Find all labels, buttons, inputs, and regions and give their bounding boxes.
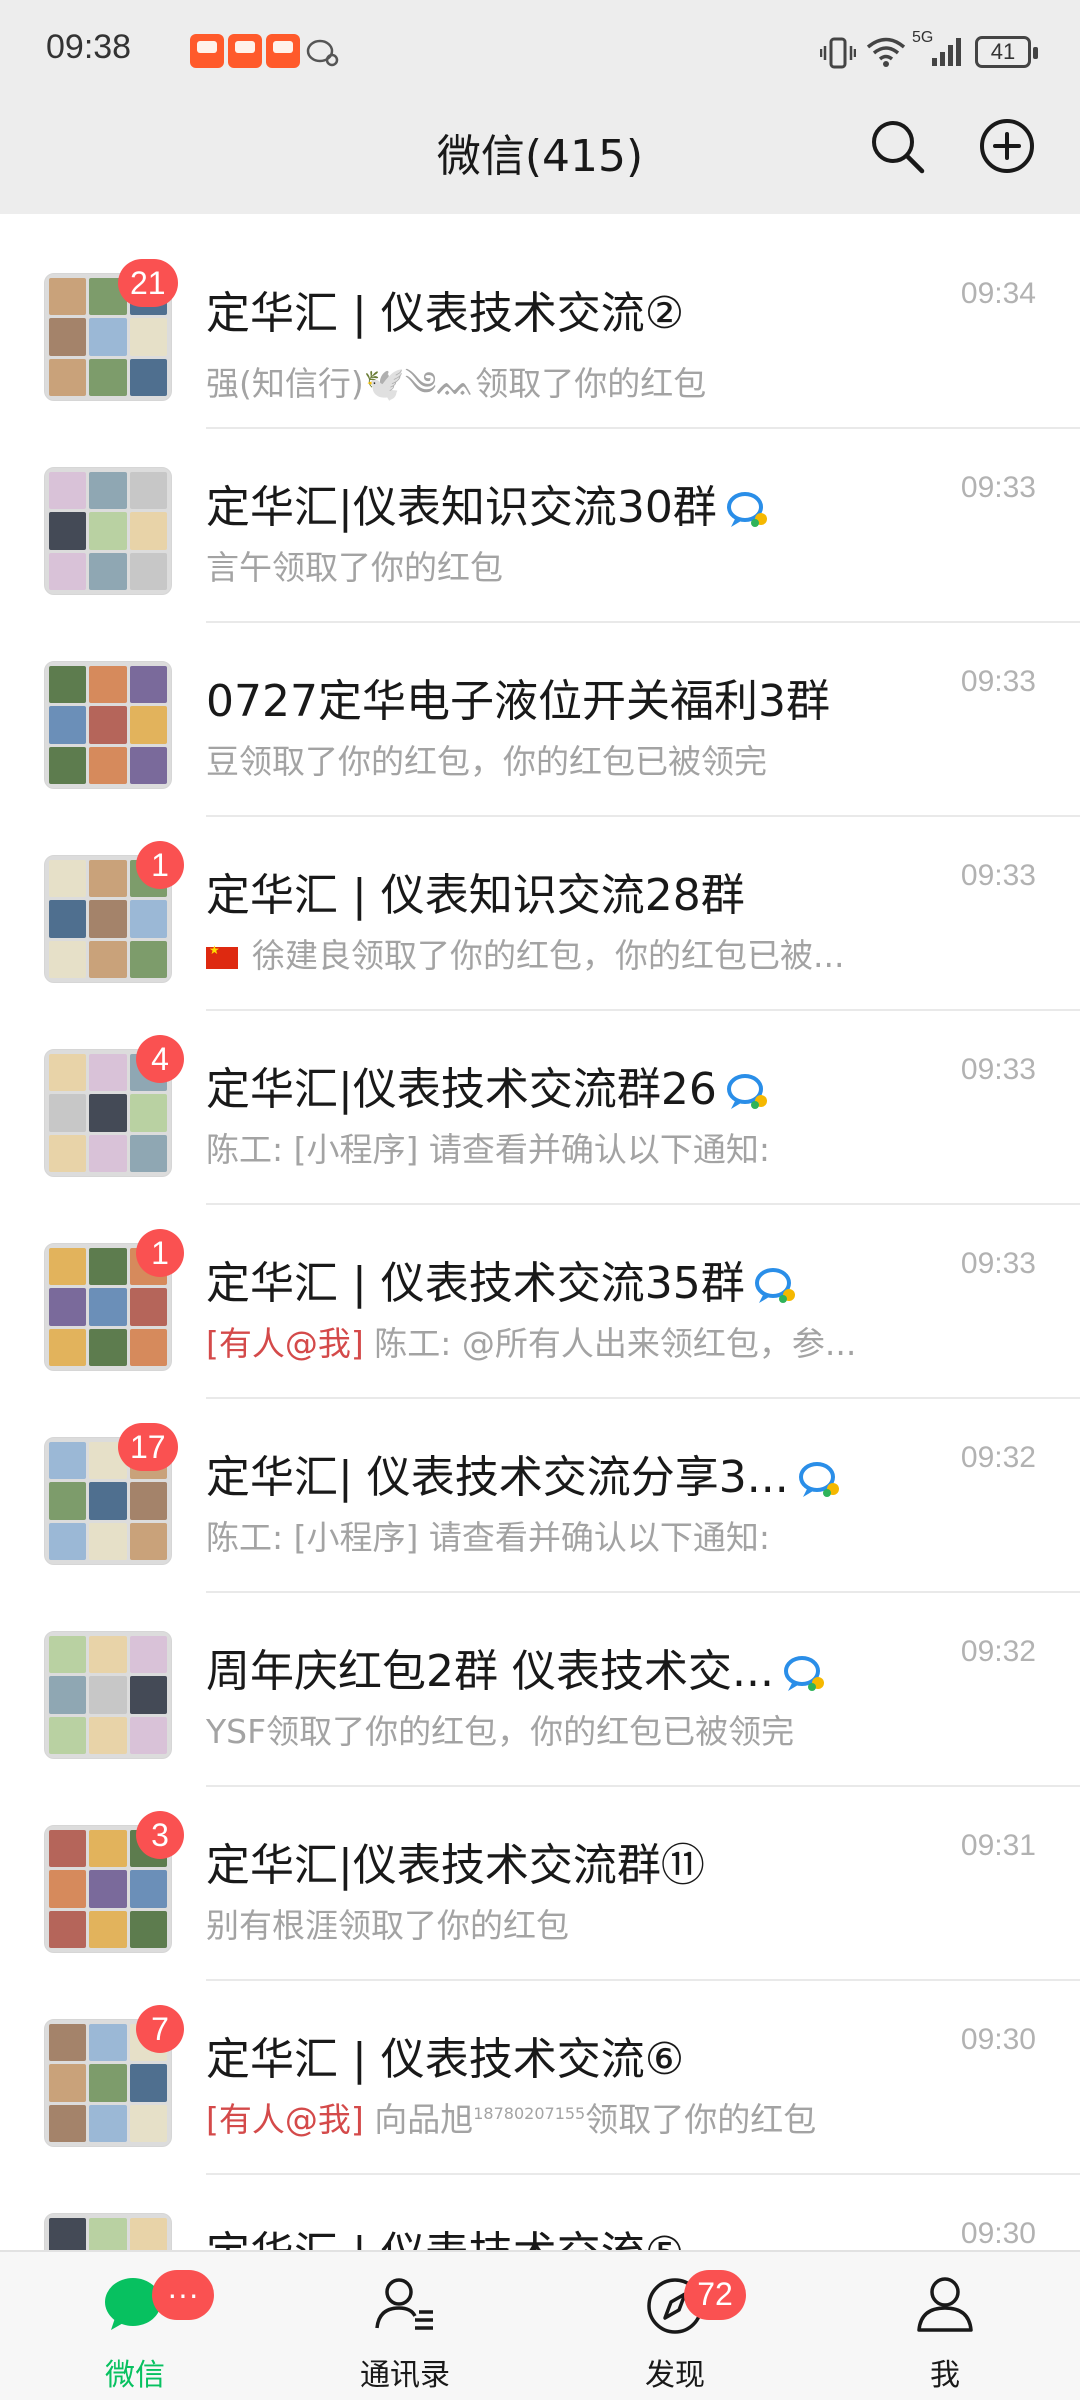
tab-contacts[interactable]: 通讯录 xyxy=(270,2252,540,2400)
group-avatar xyxy=(44,661,172,789)
unread-badge: 4 xyxy=(136,1035,184,1083)
chat-title: 定华汇 | 仪表技术交流② xyxy=(206,288,685,339)
chat-time: 09:32 xyxy=(960,1635,1036,1668)
unread-badge: 1 xyxy=(136,1229,184,1277)
chat-title: 定华汇|仪表知识交流30群 xyxy=(206,471,773,535)
signal-icon xyxy=(932,38,961,66)
chat-row[interactable]: 3 定华汇|仪表技术交流群⑪ 别有根涯领取了你的红包 09:31 xyxy=(0,1787,1080,1981)
chat-row[interactable]: 17 定华汇| 仪表技术交流分享3... 陈工: [小程序] 请查看并确认以下通知:… xyxy=(0,1399,1080,1593)
china-flag-icon xyxy=(206,943,238,969)
chat-preview: 徐建良领取了你的红包，你的红包已被... xyxy=(206,929,844,977)
mention-tag: [有人@我] xyxy=(206,1324,375,1363)
chat-time: 09:31 xyxy=(960,1829,1036,1862)
chat-preview: 陈工: [小程序] 请查看并确认以下通知: xyxy=(206,1130,770,1169)
wifi-icon xyxy=(866,37,906,67)
chat-preview: 别有根涯领取了你的红包 xyxy=(206,1906,569,1945)
chat-row[interactable]: 7 定华汇 | 仪表技术交流⑥ [有人@我] 向品旭18780207155领取了你的… xyxy=(0,1981,1080,2175)
chat-row[interactable]: 21 定华汇 | 仪表技术交流② 强(知信行)🕊️༄ᨐ领取了你的红包 09:34 xyxy=(0,235,1080,429)
chat-time: 09:33 xyxy=(960,859,1036,892)
tab-label: 发现 xyxy=(645,2358,705,2393)
tab-badge: 72 xyxy=(684,2270,746,2320)
chat-bubble-status-icon xyxy=(754,1268,795,1303)
chat-preview: 豆领取了你的红包，你的红包已被领完 xyxy=(206,742,767,781)
chat-title: 定华汇 | 仪表技术交流⑥ xyxy=(206,2034,685,2085)
tab-label: 通讯录 xyxy=(360,2358,450,2393)
app-notification-icon xyxy=(228,34,262,68)
battery-indicator: 41 xyxy=(975,36,1038,68)
app-notification-icon xyxy=(190,34,224,68)
chat-row[interactable]: 4 定华汇|仪表技术交流群26 陈工: [小程序] 请查看并确认以下通知: 09:33 xyxy=(0,1011,1080,1205)
unread-badge: 21 xyxy=(118,259,178,307)
mention-tag: [有人@我] xyxy=(206,2100,375,2139)
tab-label: 我 xyxy=(930,2358,960,2393)
chat-time: 09:33 xyxy=(960,1053,1036,1086)
chat-title: 周年庆红包2群 仪表技术交... xyxy=(206,1635,830,1699)
chat-bubble-status-icon xyxy=(798,1462,839,1497)
unread-badge: 7 xyxy=(136,2005,184,2053)
wechat-screen: 09:38 5G 41 微信(415) 21 定华汇 | 仪表技术交流② 强(知… xyxy=(0,0,1080,2400)
chat-row[interactable]: 1 定华汇 | 仪表技术交流35群 [有人@我] 陈工: @所有人出来领红包，参..… xyxy=(0,1205,1080,1399)
group-avatar xyxy=(44,1631,172,1759)
chat-title: 0727定华电子液位开关福利3群 xyxy=(206,676,830,727)
unread-badge: 3 xyxy=(136,1811,184,1859)
chat-preview: [有人@我] 向品旭18780207155领取了你的红包 xyxy=(206,2100,817,2139)
chat-bubble-status-icon xyxy=(726,492,767,527)
chat-time: 09:30 xyxy=(960,2023,1036,2056)
unread-badge: 17 xyxy=(118,1423,178,1471)
status-bar: 09:38 5G 41 xyxy=(0,0,1080,100)
chat-time: 09:30 xyxy=(960,2217,1036,2250)
chat-time: 09:33 xyxy=(960,1247,1036,1280)
wechat-notification-icon xyxy=(306,39,339,67)
status-time: 09:38 xyxy=(46,28,132,66)
chat-preview: YSF领取了你的红包，你的红包已被领完 xyxy=(206,1712,795,1751)
unread-badge: 1 xyxy=(136,841,184,889)
search-icon[interactable] xyxy=(866,115,928,177)
chat-time: 09:33 xyxy=(960,471,1036,504)
chat-title: 定华汇|仪表技术交流群26 xyxy=(206,1053,773,1117)
tab-discover[interactable]: 72 发现 xyxy=(540,2252,810,2400)
vibrate-icon xyxy=(820,37,856,69)
chat-row[interactable]: 周年庆红包2群 仪表技术交... YSF领取了你的红包，你的红包已被领完 09:32 xyxy=(0,1593,1080,1787)
chat-time: 09:34 xyxy=(960,277,1036,310)
chat-preview: 言午领取了你的红包 xyxy=(206,548,503,587)
plus-circle-icon[interactable] xyxy=(976,115,1038,177)
tab-me[interactable]: 我 xyxy=(810,2252,1080,2400)
chat-time: 09:33 xyxy=(960,665,1036,698)
group-avatar xyxy=(44,467,172,595)
chat-preview: [有人@我] 陈工: @所有人出来领红包，参... xyxy=(206,1324,857,1363)
chat-row[interactable]: 1 定华汇 | 仪表知识交流28群徐建良领取了你的红包，你的红包已被... 09:3… xyxy=(0,817,1080,1011)
chat-row[interactable]: 0727定华电子液位开关福利3群豆领取了你的红包，你的红包已被领完 09:33 xyxy=(0,623,1080,817)
bottom-tab-bar: ··· 微信 通讯录 72 发现 我 xyxy=(0,2250,1080,2400)
tab-chats[interactable]: ··· 微信 xyxy=(0,2252,270,2400)
chat-bubble-status-icon xyxy=(783,1656,824,1691)
tab-badge: ··· xyxy=(152,2270,214,2320)
chat-title: 定华汇| 仪表技术交流分享3... xyxy=(206,1441,845,1505)
chat-row[interactable]: 定华汇|仪表知识交流30群言午领取了你的红包 09:33 xyxy=(0,429,1080,623)
app-notification-icon xyxy=(266,34,300,68)
chat-title: 定华汇 | 仪表知识交流28群 xyxy=(206,870,745,921)
chat-preview: 陈工: [小程序] 请查看并确认以下通知: xyxy=(206,1518,770,1557)
chat-title: 定华汇|仪表技术交流群⑪ xyxy=(206,1840,705,1891)
person-icon xyxy=(917,2277,973,2332)
tab-label: 微信 xyxy=(105,2358,165,2393)
chat-title: 定华汇 | 仪表技术交流35群 xyxy=(206,1247,801,1311)
contacts-icon xyxy=(375,2278,433,2330)
chat-time: 09:32 xyxy=(960,1441,1036,1474)
chat-bubble-status-icon xyxy=(726,1074,767,1109)
